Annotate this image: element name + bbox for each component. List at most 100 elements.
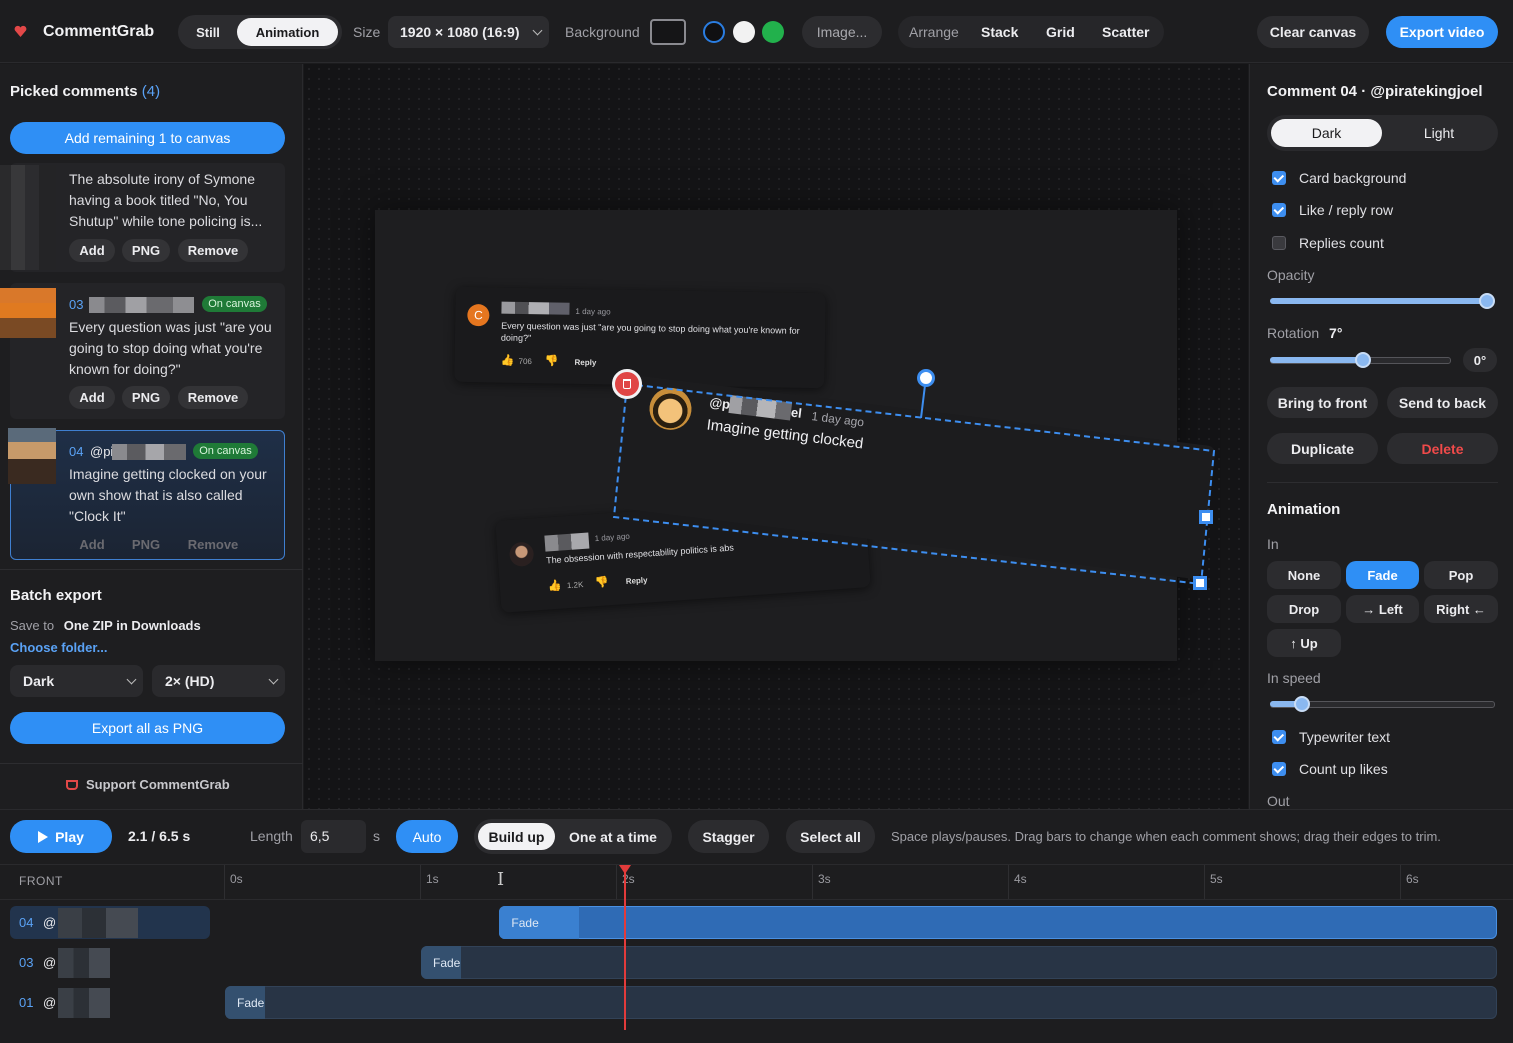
color-white-swatch[interactable] (733, 21, 755, 43)
anim-left-button[interactable]: → Left (1346, 595, 1419, 623)
comment-add-button[interactable]: Add (69, 239, 115, 262)
count-up-checkbox[interactable]: Count up likes (1272, 761, 1388, 777)
comment-png-button[interactable]: PNG (122, 533, 170, 556)
export-video-button[interactable]: Export video (1386, 16, 1498, 48)
support-label: Support CommentGrab (86, 777, 230, 792)
anim-pop-button[interactable]: Pop (1424, 561, 1498, 589)
save-to-label: Save to (10, 618, 55, 633)
replies-count-label: Replies count (1299, 235, 1384, 251)
anim-drop-button[interactable]: Drop (1267, 595, 1341, 623)
send-to-back-button[interactable]: Send to back (1387, 387, 1498, 418)
comment-add-button[interactable]: Add (69, 533, 115, 556)
select-all-button[interactable]: Select all (786, 820, 875, 853)
like-reply-label: Like / reply row (1299, 202, 1394, 218)
delete-handle-icon[interactable] (612, 369, 642, 399)
checkbox-checked-icon (1272, 171, 1286, 185)
picked-comments-count: (4) (141, 83, 161, 100)
selection-box[interactable] (304, 64, 1248, 809)
background-swatch[interactable] (650, 19, 686, 45)
image-button[interactable]: Image... (802, 16, 882, 48)
clear-canvas-button[interactable]: Clear canvas (1257, 16, 1369, 48)
play-label: Play (55, 828, 84, 845)
card-background-checkbox[interactable]: Card background (1272, 170, 1406, 186)
playhead[interactable] (618, 865, 631, 1030)
in-label: In (1267, 536, 1279, 552)
ruler-bottom-line (0, 899, 1513, 900)
mode-still-button[interactable]: Still (182, 18, 234, 46)
on-canvas-badge: On canvas (193, 443, 258, 459)
coffee-icon (66, 780, 78, 790)
one-at-a-time-button[interactable]: One at a time (562, 823, 664, 850)
comment-text: The absolute irony of Symone having a bo… (69, 171, 263, 229)
color-green-swatch[interactable] (762, 21, 784, 43)
time-ruler[interactable] (224, 865, 1513, 899)
track-fade-label: Fade (237, 996, 265, 1010)
auto-button[interactable]: Auto (396, 820, 458, 853)
export-all-png-button[interactable]: Export all as PNG (10, 712, 285, 744)
comment-number: 03 (69, 297, 84, 312)
divider (1267, 482, 1498, 483)
scale-select[interactable]: 2× (HD) (152, 665, 285, 697)
replies-count-checkbox[interactable]: Replies count (1272, 235, 1384, 251)
ruler-tick-label: 3s (818, 872, 831, 886)
comment-png-button[interactable]: PNG (122, 386, 170, 409)
anim-right-button[interactable]: Right ← (1424, 595, 1498, 623)
duplicate-button[interactable]: Duplicate (1267, 433, 1378, 464)
bring-to-front-button[interactable]: Bring to front (1267, 387, 1378, 418)
play-button[interactable]: Play (10, 820, 112, 853)
stagger-button[interactable]: Stagger (688, 820, 769, 853)
comment-remove-button[interactable]: Remove (178, 386, 248, 409)
comment-png-button[interactable]: PNG (122, 239, 170, 262)
app-title: CommentGrab (43, 23, 155, 40)
build-up-button[interactable]: Build up (478, 823, 555, 850)
support-link[interactable]: Support CommentGrab (66, 777, 230, 792)
track-handle: @ (43, 955, 57, 970)
add-remaining-button[interactable]: Add remaining 1 to canvas (10, 122, 285, 154)
resize-handle[interactable] (1199, 510, 1213, 524)
track-number[interactable]: 03 (19, 955, 33, 970)
color-blue-swatch[interactable] (703, 21, 725, 43)
arrange-grid-button[interactable]: Grid (1046, 24, 1075, 40)
like-reply-checkbox[interactable]: Like / reply row (1272, 202, 1393, 218)
theme-dark-button[interactable]: Dark (1271, 119, 1382, 147)
comment-remove-button[interactable]: Remove (178, 533, 248, 556)
anim-fade-button[interactable]: Fade (1346, 561, 1419, 589)
delete-button[interactable]: Delete (1387, 433, 1498, 464)
rotate-handle[interactable] (917, 369, 935, 387)
track-number[interactable]: 01 (19, 995, 33, 1010)
chevron-down-icon (268, 674, 279, 685)
size-select[interactable]: 1920 × 1080 (16:9) (388, 16, 549, 48)
arrange-stack-button[interactable]: Stack (981, 24, 1018, 40)
comment-text: Every question was just "are you going t… (69, 319, 272, 377)
mode-animation-button[interactable]: Animation (237, 18, 338, 46)
rotation-reset-button[interactable]: 0° (1463, 348, 1497, 372)
track-bar[interactable] (225, 986, 1497, 1019)
track-number[interactable]: 04 (19, 915, 33, 930)
comment-remove-button[interactable]: Remove (178, 239, 248, 262)
inspector-title: Comment 04 · @piratekingjoel (1267, 83, 1483, 100)
resize-handle[interactable] (1193, 576, 1207, 590)
anim-none-button[interactable]: None (1267, 561, 1341, 589)
comment-text: Imagine getting clocked on your own show… (69, 466, 267, 524)
in-speed-label: In speed (1267, 670, 1321, 686)
opacity-slider-knob[interactable] (1479, 293, 1495, 309)
theme-light-button[interactable]: Light (1384, 119, 1494, 147)
theme-select[interactable]: Dark (10, 665, 143, 697)
track-bar[interactable] (421, 946, 1497, 979)
comment-handle: @pi (90, 444, 114, 459)
animation-title: Animation (1267, 501, 1341, 518)
in-speed-slider-knob[interactable] (1294, 696, 1310, 712)
anim-up-button[interactable]: ↑ Up (1267, 629, 1341, 657)
typewriter-checkbox[interactable]: Typewriter text (1272, 729, 1390, 745)
rotation-slider-knob[interactable] (1355, 352, 1371, 368)
choose-folder-link[interactable]: Choose folder... (10, 640, 108, 655)
picked-comments-title: Picked comments (4) (10, 83, 160, 100)
track-bar[interactable] (499, 906, 1497, 939)
opacity-slider-fill (1270, 298, 1487, 304)
on-canvas-badge: On canvas (202, 296, 267, 312)
arrange-scatter-button[interactable]: Scatter (1102, 24, 1149, 40)
length-input[interactable]: 6,5 (301, 820, 366, 853)
comment-handle-pixelated (112, 444, 186, 460)
comment-add-button[interactable]: Add (69, 386, 115, 409)
comment-number: 04 (69, 444, 84, 459)
